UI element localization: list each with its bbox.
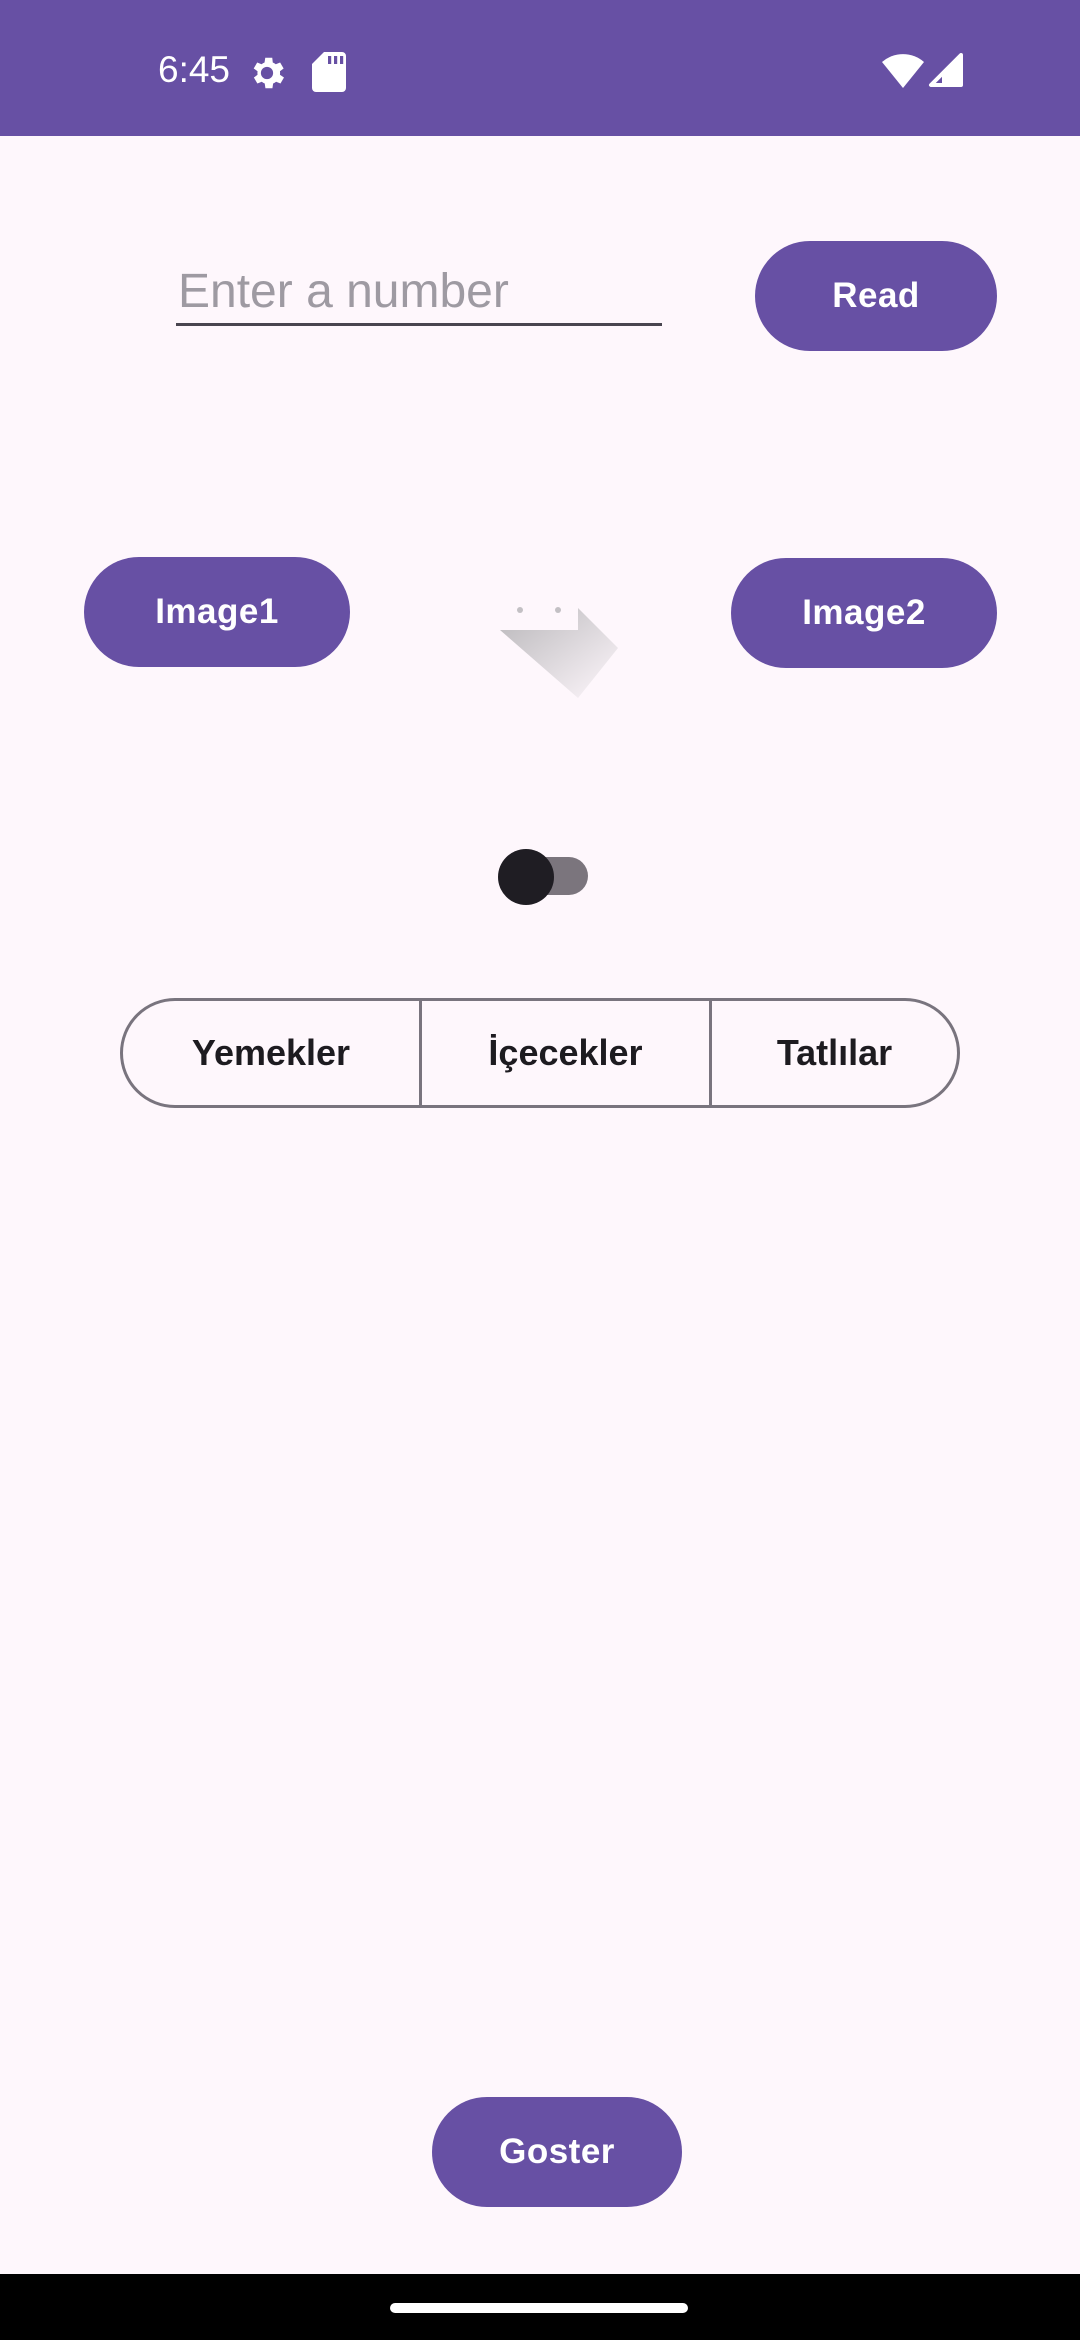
- image-placeholder-icon: [496, 590, 618, 698]
- segment-icecekler[interactable]: İçecekler: [419, 1001, 709, 1105]
- category-segmented-button: Yemekler İçecekler Tatlılar: [120, 998, 960, 1108]
- settings-icon: [253, 57, 284, 89]
- image2-button[interactable]: Image2: [731, 558, 997, 668]
- wifi-icon: [882, 54, 924, 88]
- signal-icon: [929, 53, 963, 87]
- goster-button[interactable]: Goster: [432, 2097, 682, 2207]
- switch-thumb[interactable]: [498, 849, 554, 905]
- segment-tatlilar[interactable]: Tatlılar: [709, 1001, 957, 1105]
- image1-button[interactable]: Image1: [84, 557, 350, 667]
- read-button[interactable]: Read: [755, 241, 997, 351]
- home-indicator[interactable]: [390, 2303, 688, 2313]
- segment-yemekler[interactable]: Yemekler: [123, 1001, 419, 1105]
- status-time: 6:45: [158, 49, 231, 90]
- number-input[interactable]: [176, 260, 662, 326]
- status-bar: 6:45: [0, 0, 1080, 136]
- sd-card-icon: [312, 52, 346, 92]
